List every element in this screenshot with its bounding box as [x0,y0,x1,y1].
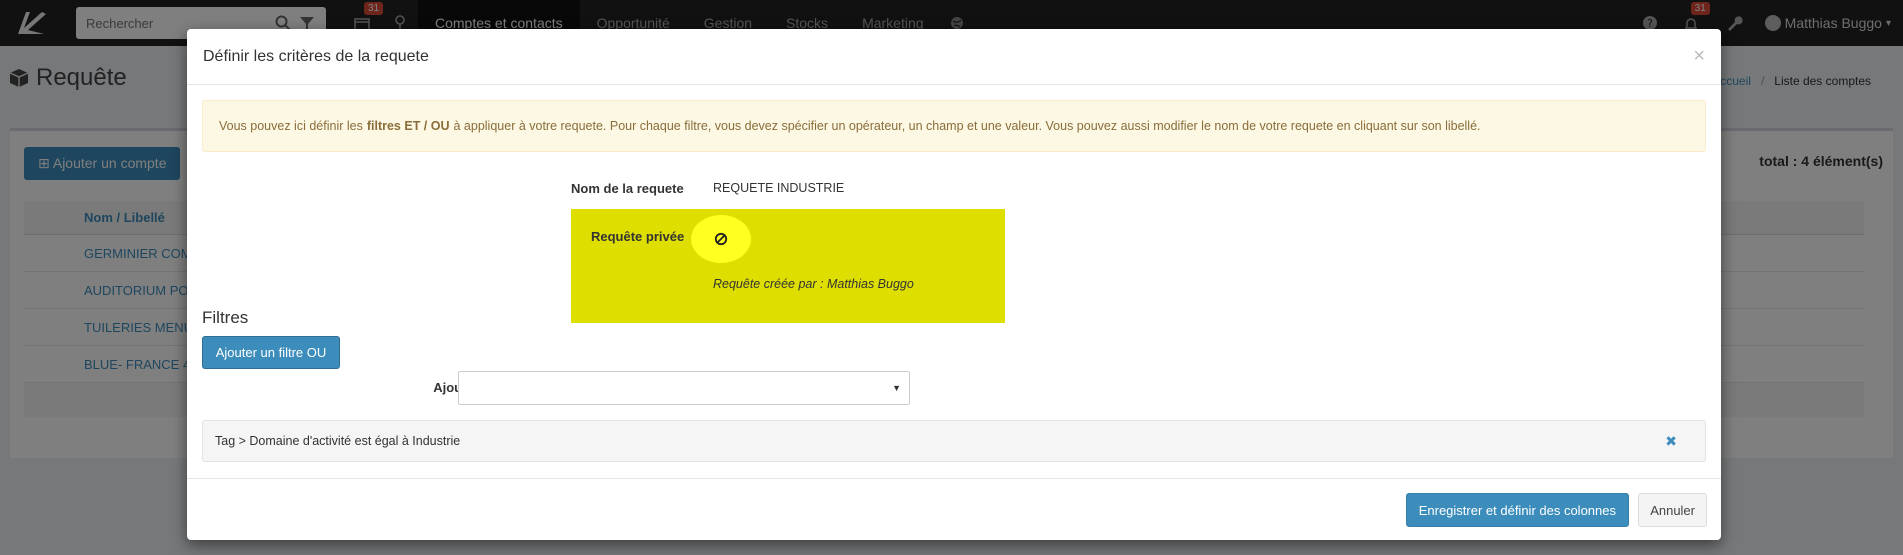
add-or-filter-button[interactable]: Ajouter un filtre OU [202,336,340,369]
remove-filter-icon[interactable]: ✖ [1665,433,1677,450]
info-text-before: Vous pouvez ici définir les [219,119,363,133]
info-alert: Vous pouvez ici définir les filtres ET /… [202,100,1706,152]
add-filter-select[interactable]: ▼ [458,371,910,405]
query-name-value[interactable]: REQUETE INDUSTRIE [713,181,844,195]
cancel-button[interactable]: Annuler [1638,493,1707,527]
filters-heading: Filtres [202,308,249,327]
query-criteria-modal: Définir les critères de la requete × Vou… [187,29,1721,540]
private-query-label: Requête privée [591,229,685,244]
modal-footer: Enregistrer et définir des colonnes Annu… [187,478,1721,540]
query-creator: Requête créée par : Matthias Buggo [713,277,914,291]
private-query-toggle[interactable] [691,215,751,263]
modal-header: Définir les critères de la requete × [187,29,1721,85]
caret-down-icon: ▼ [892,383,901,393]
filter-item-text: Tag > Domaine d'activité est égal à Indu… [215,434,461,448]
ban-icon [714,232,728,246]
save-and-define-columns-button[interactable]: Enregistrer et définir des colonnes [1405,493,1629,527]
modal-title: Définir les critères de la requete [203,47,429,65]
query-name-label: Nom de la requete [571,181,684,196]
filter-item: Tag > Domaine d'activité est égal à Indu… [202,420,1706,462]
info-text-after: à appliquer à votre requete. Pour chaque… [453,119,1481,133]
close-icon[interactable]: × [1693,45,1705,68]
private-query-section: Requête privée Requête créée par : Matth… [571,209,1005,323]
info-text-bold: filtres ET / OU [366,119,450,133]
